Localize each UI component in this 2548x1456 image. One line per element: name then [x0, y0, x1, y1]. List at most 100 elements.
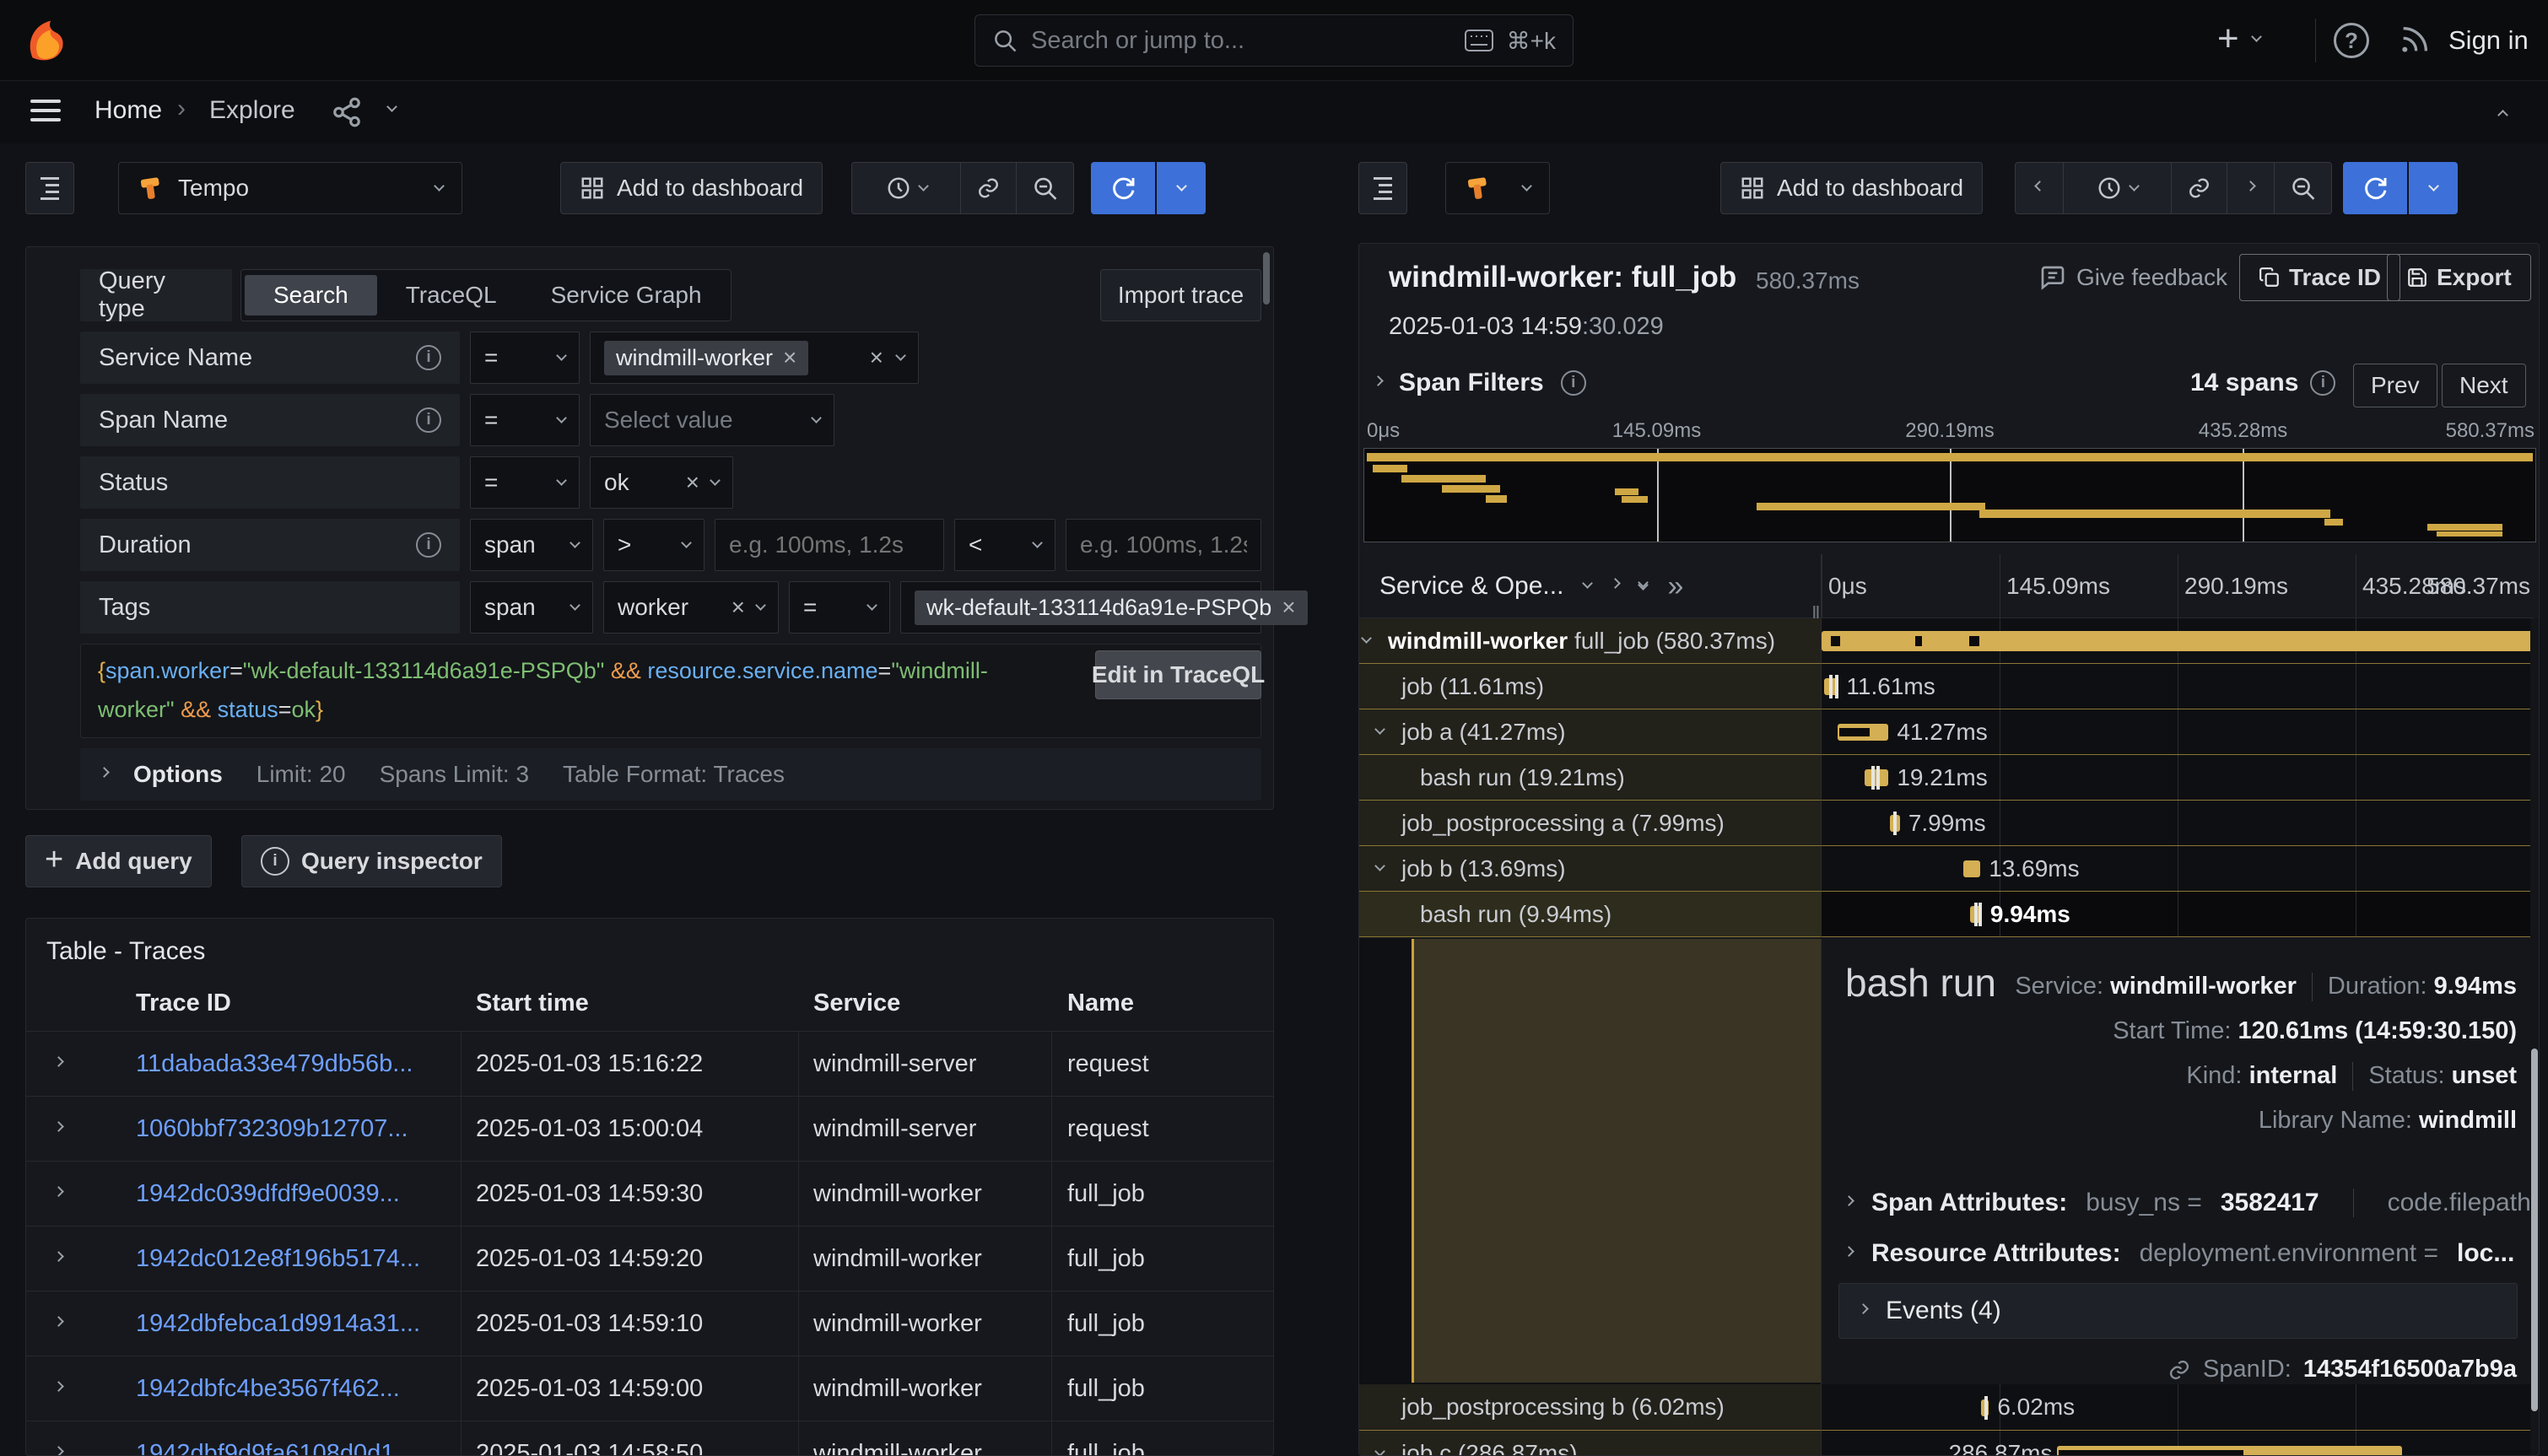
give-feedback-button[interactable]: Give feedback	[2039, 264, 2227, 291]
span-filters-toggle[interactable]: Span Filters	[1374, 369, 1586, 397]
edit-in-traceql-button[interactable]: Edit in TraceQL	[1095, 650, 1261, 699]
span-row[interactable]: windmill-worker full_job (580.37ms)	[1359, 618, 2540, 664]
options-row[interactable]: Options Limit: 20 Spans Limit: 3 Table F…	[80, 748, 1261, 801]
trace-minimap[interactable]	[1363, 448, 2536, 542]
events-row[interactable]: Events (4)	[1838, 1283, 2518, 1339]
clear-icon[interactable]: ×	[870, 346, 883, 369]
table-row[interactable]: 1942dbf9d9fa6108d0d1...2025-01-03 14:58:…	[26, 1421, 1274, 1456]
import-trace-button[interactable]: Import trace	[1100, 269, 1261, 321]
col-name[interactable]: Name	[1067, 990, 1134, 1017]
zoom-out-button[interactable]	[1016, 163, 1073, 213]
add-query-button[interactable]: + Add query	[25, 835, 212, 887]
service-operation-header[interactable]: Service & Ope...	[1379, 572, 1563, 601]
menu-icon[interactable]	[30, 100, 61, 121]
span-bar[interactable]	[1822, 631, 2534, 651]
query-inspector-button[interactable]: Query inspector	[241, 835, 502, 887]
span-row[interactable]: job (11.61ms)11.61ms	[1359, 664, 2540, 709]
zoom-out-button[interactable]	[2274, 163, 2331, 213]
tags-scope-select[interactable]: span	[470, 581, 593, 634]
duration-max-input[interactable]	[1066, 520, 1261, 570]
export-button[interactable]: Export	[2387, 254, 2531, 301]
refresh-button[interactable]	[1091, 162, 1155, 214]
span-bar[interactable]	[1963, 860, 1980, 877]
col-start-time[interactable]: Start time	[476, 990, 589, 1017]
collapse-all-icon[interactable]	[1639, 584, 1647, 589]
trace-id-link[interactable]: 1942dc039dfdf9e0039...	[136, 1180, 400, 1208]
table-row[interactable]: 1942dc039dfdf9e0039...2025-01-03 14:59:3…	[26, 1161, 1274, 1226]
row-expander-icon[interactable]	[53, 1381, 64, 1392]
status-value-select[interactable]: ok×	[590, 456, 733, 509]
trace-id-link[interactable]: 1942dbf9d9fa6108d0d1...	[136, 1440, 415, 1456]
add-to-dashboard-button-left[interactable]: Add to dashboard	[560, 162, 823, 214]
new-button[interactable]: +	[2217, 20, 2260, 57]
datasource-picker[interactable]: Tempo	[118, 162, 462, 214]
duration-lt-select[interactable]: <	[954, 519, 1055, 571]
row-expander-icon[interactable]	[53, 1316, 64, 1327]
trace-id-link[interactable]: 1942dbfc4be3567f462...	[136, 1375, 400, 1403]
link-split-button[interactable]	[2171, 163, 2227, 213]
span-row[interactable]: job a (41.27ms)41.27ms	[1359, 709, 2540, 755]
refresh-interval-button[interactable]	[1157, 162, 1206, 214]
scrollbar-track[interactable]	[2530, 618, 2539, 1455]
chevron-right-icon[interactable]	[1611, 578, 1622, 589]
help-icon[interactable]	[2334, 23, 2369, 58]
scrollbar-thumb[interactable]	[2531, 1049, 2538, 1411]
news-rss-icon[interactable]	[2398, 23, 2432, 57]
table-row[interactable]: 1942dbfebca1d9914a31...2025-01-03 14:59:…	[26, 1291, 1274, 1356]
service-name-op-select[interactable]: =	[470, 332, 580, 384]
trace-id-link[interactable]: 1060bbf732309b12707...	[136, 1115, 408, 1143]
tab-service-graph[interactable]: Service Graph	[526, 275, 727, 315]
table-row[interactable]: 1942dc012e8f196b5174...2025-01-03 14:59:…	[26, 1226, 1274, 1291]
resource-attributes-row[interactable]: Resource Attributes: deployment.environm…	[1845, 1239, 2514, 1268]
span-expander-icon[interactable]	[1374, 1446, 1385, 1456]
share-icon[interactable]	[331, 96, 363, 128]
span-row[interactable]: job_postprocessing a (7.99ms)7.99ms	[1359, 801, 2540, 846]
span-row[interactable]: job_postprocessing b (6.02ms)6.02ms	[1359, 1384, 2540, 1431]
remove-icon[interactable]: ×	[1282, 596, 1295, 619]
span-expander-icon[interactable]	[1374, 860, 1385, 871]
tags-op-select[interactable]: =	[789, 581, 890, 634]
col-trace-id[interactable]: Trace ID	[136, 990, 231, 1017]
chevron-down-icon[interactable]	[1583, 578, 1594, 589]
span-attributes-row[interactable]: Span Attributes: busy_ns = 3582417 code.…	[1845, 1189, 2540, 1217]
col-service[interactable]: Service	[813, 990, 900, 1017]
link-split-button[interactable]	[960, 163, 1016, 213]
left-pane-outline-button[interactable]	[25, 162, 74, 214]
time-shift-back-button[interactable]	[2016, 163, 2063, 213]
remove-icon[interactable]: ×	[783, 346, 796, 369]
span-name-value-select[interactable]: Select value	[590, 394, 834, 446]
grafana-logo-icon[interactable]	[22, 17, 69, 64]
table-row[interactable]: 1942dbfc4be3567f462...2025-01-03 14:59:0…	[26, 1356, 1274, 1421]
trace-id-link[interactable]: 1942dc012e8f196b5174...	[136, 1245, 420, 1273]
span-name-op-select[interactable]: =	[470, 394, 580, 446]
breadcrumb-explore[interactable]: Explore	[209, 96, 295, 125]
scrollbar-thumb[interactable]	[1263, 252, 1270, 305]
remove-icon[interactable]: ×	[686, 471, 699, 494]
status-op-select[interactable]: =	[470, 456, 580, 509]
trace-id-link[interactable]: 11dabada33e479db56b...	[136, 1050, 413, 1078]
add-to-dashboard-button-right[interactable]: Add to dashboard	[1720, 162, 1983, 214]
sign-in-link[interactable]: Sign in	[2448, 25, 2529, 56]
datasource-picker-compact[interactable]	[1445, 162, 1550, 214]
service-name-value-select[interactable]: windmill-worker× ×	[590, 332, 919, 384]
row-expander-icon[interactable]	[53, 1186, 64, 1197]
row-expander-icon[interactable]	[53, 1251, 64, 1262]
time-shift-forward-button[interactable]	[2227, 163, 2274, 213]
breadcrumb-home[interactable]: Home	[94, 96, 162, 125]
refresh-button[interactable]	[2343, 162, 2407, 214]
table-row[interactable]: 1060bbf732309b12707...2025-01-03 15:00:0…	[26, 1096, 1274, 1161]
next-span-button[interactable]: Next	[2442, 364, 2526, 407]
duration-scope-select[interactable]: span	[470, 519, 593, 571]
span-row[interactable]: job c (286.87ms)286.87ms	[1359, 1431, 2540, 1456]
row-expander-icon[interactable]	[53, 1056, 64, 1067]
table-row[interactable]: 11dabada33e479db56b...2025-01-03 15:16:2…	[26, 1031, 1274, 1096]
prev-span-button[interactable]: Prev	[2353, 364, 2437, 407]
row-expander-icon[interactable]	[53, 1121, 64, 1132]
duration-min-input[interactable]	[715, 520, 943, 570]
span-row[interactable]: job b (13.69ms)13.69ms	[1359, 846, 2540, 892]
time-picker-button[interactable]	[2063, 163, 2171, 213]
row-expander-icon[interactable]	[53, 1446, 64, 1456]
remove-icon[interactable]: ×	[731, 596, 745, 619]
refresh-interval-button[interactable]	[2409, 162, 2458, 214]
trace-id-button[interactable]: Trace ID	[2239, 254, 2400, 301]
